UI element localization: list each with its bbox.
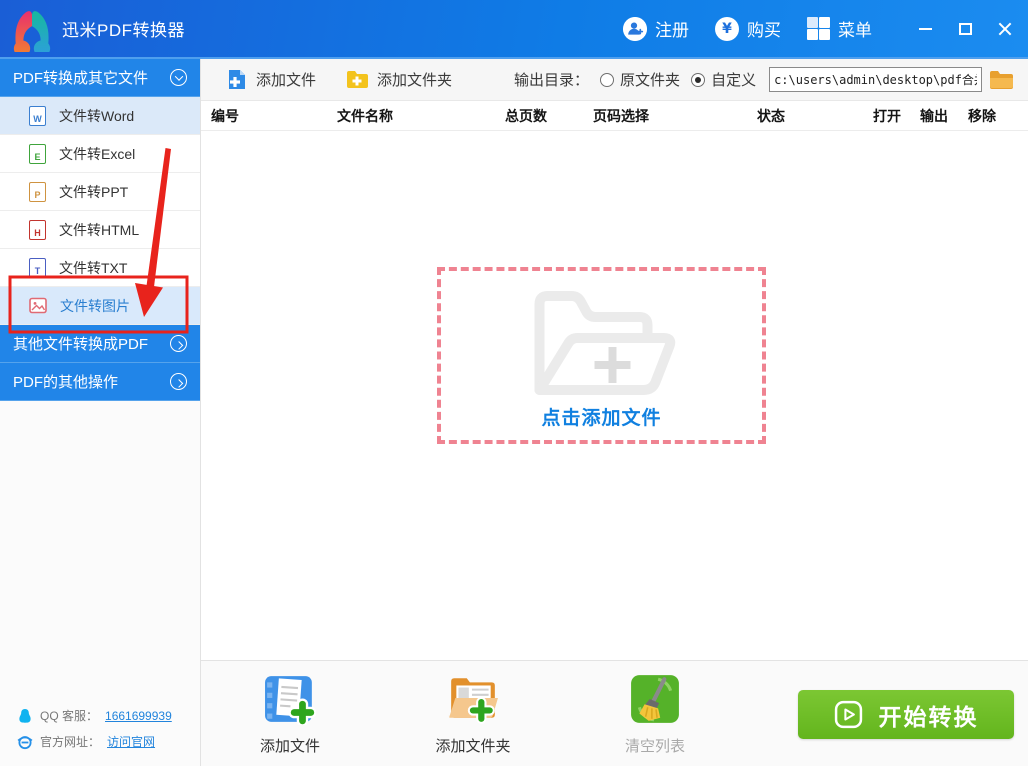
ppt-doc-icon: P [29, 181, 46, 202]
radio-custom-label: 自定义 [711, 72, 757, 89]
col-page-select: 页码选择 [593, 108, 649, 124]
footer-clear-list-button[interactable]: 清空列表 [595, 673, 715, 756]
start-convert-button[interactable]: 开始转换 [798, 690, 1014, 739]
sidebar-item-label: 文件转TXT [59, 259, 128, 276]
qq-number-link[interactable]: 1661699939 [105, 709, 172, 723]
html-doc-icon: H [29, 219, 46, 240]
open-folder-plus-icon [534, 291, 675, 396]
toolbar: 添加文件 添加文件夹 输出目录： 原文件夹 自定义 [201, 59, 1028, 101]
app-logo-icon [13, 10, 51, 52]
footer-add-file-button[interactable]: 添加文件 [230, 673, 350, 756]
sidebar-item-label: 文件转PPT [59, 183, 129, 200]
dropzone[interactable]: 点击添加文件 [437, 267, 766, 444]
sidebar-item-ppt[interactable]: P 文件转PPT [0, 173, 200, 211]
footer-add-file-label: 添加文件 [259, 738, 320, 755]
minimize-button[interactable] [912, 16, 938, 42]
register-button[interactable]: 注册 [623, 16, 689, 41]
output-path-input[interactable] [769, 67, 983, 92]
main-panel: 添加文件 添加文件夹 输出目录： 原文件夹 自定义 编号 文件名称 [201, 59, 1028, 766]
add-file-label: 添加文件 [256, 72, 317, 89]
col-output: 输出 [920, 108, 948, 124]
add-file-icon [229, 70, 245, 89]
sidebar: PDF转换成其它文件 W 文件转Word E 文件转Excel P 文件转PPT… [0, 59, 201, 766]
radio-selected-icon[interactable] [691, 72, 706, 87]
image-icon [29, 297, 47, 314]
minimize-icon [918, 27, 932, 30]
titlebar: 迅米PDF转换器 注册 ¥ 购买 菜单 [0, 0, 1028, 59]
buy-button[interactable]: ¥ 购买 [715, 16, 781, 41]
radio-unselected-icon[interactable] [600, 72, 615, 87]
add-folder-big-icon [448, 678, 498, 724]
col-open: 打开 [873, 108, 901, 124]
section-label: 其他文件转换成PDF [13, 336, 149, 353]
sidebar-item-word[interactable]: W 文件转Word [0, 97, 200, 135]
menu-label: 菜单 [838, 21, 872, 40]
add-file-button[interactable]: 添加文件 [227, 69, 316, 90]
yuan-icon: ¥ [715, 16, 739, 41]
add-folder-label: 添加文件夹 [377, 72, 453, 89]
sidebar-item-excel[interactable]: E 文件转Excel [0, 135, 200, 173]
qq-icon [19, 708, 31, 723]
dropzone-hint: 点击添加文件 [541, 408, 662, 429]
site-label: 官方网址： [40, 735, 101, 749]
official-site-link[interactable]: 访问官网 [107, 733, 155, 750]
play-icon [834, 700, 862, 729]
footer-clear-list-label: 清空列表 [624, 738, 685, 755]
col-remove: 移除 [968, 108, 996, 124]
menu-grid-icon [807, 17, 830, 40]
add-folder-icon [347, 71, 369, 88]
output-dir-label: 输出目录： [514, 72, 590, 89]
sidebar-item-txt[interactable]: T 文件转TXT [0, 249, 200, 287]
col-total-pages: 总页数 [505, 108, 547, 124]
radio-original-label: 原文件夹 [620, 72, 681, 89]
ie-icon [17, 735, 33, 749]
close-button[interactable] [992, 16, 1018, 42]
col-filename: 文件名称 [337, 108, 393, 124]
col-number: 编号 [211, 108, 239, 124]
chevron-right-icon [170, 335, 187, 352]
txt-doc-icon: T [29, 257, 46, 278]
start-convert-label: 开始转换 [878, 703, 979, 730]
sidebar-item-label: 文件转Word [59, 107, 135, 124]
col-status: 状态 [757, 108, 785, 124]
excel-doc-icon: E [29, 143, 46, 164]
chevron-right-icon [170, 373, 187, 390]
browse-folder-button[interactable] [989, 70, 1014, 90]
sidebar-item-label: 文件转Excel [59, 145, 136, 162]
qq-label: QQ 客服： [40, 709, 99, 723]
radio-custom[interactable]: 自定义 [691, 69, 756, 90]
add-file-big-icon [265, 676, 317, 727]
buy-label: 购买 [747, 21, 781, 40]
app-title: 迅米PDF转换器 [62, 21, 185, 40]
chevron-down-icon [170, 69, 187, 86]
maximize-icon [958, 22, 972, 35]
close-icon [998, 22, 1012, 36]
footer-add-folder-button[interactable]: 添加文件夹 [413, 673, 533, 756]
bottombar: 添加文件 添加文件夹 清空列表 开始转换 [201, 660, 1028, 766]
sidebar-section-pdf-ops[interactable]: PDF的其他操作 [0, 363, 200, 401]
register-label: 注册 [655, 21, 689, 40]
sidebar-section-pdf-to-other[interactable]: PDF转换成其它文件 [0, 59, 200, 97]
sidebar-item-image[interactable]: 文件转图片 [0, 287, 200, 325]
sidebar-item-html[interactable]: H 文件转HTML [0, 211, 200, 249]
file-table-header: 编号 文件名称 总页数 页码选择 状态 打开 输出 移除 [201, 101, 1028, 131]
sidebar-section-other-to-pdf[interactable]: 其他文件转换成PDF [0, 325, 200, 363]
footer-add-folder-label: 添加文件夹 [435, 738, 511, 755]
word-doc-icon: W [29, 105, 46, 126]
sidebar-item-label: 文件转HTML [59, 221, 140, 238]
radio-original-folder[interactable]: 原文件夹 [600, 69, 680, 90]
section-label: PDF的其他操作 [13, 374, 119, 391]
user-plus-icon [623, 16, 647, 41]
section-label: PDF转换成其它文件 [13, 70, 149, 87]
browse-folder-icon [990, 70, 1014, 89]
sidebar-item-label: 文件转图片 [60, 297, 130, 314]
menu-button[interactable]: 菜单 [807, 16, 872, 41]
maximize-button[interactable] [952, 16, 978, 42]
add-folder-button[interactable]: 添加文件夹 [346, 69, 452, 90]
clear-list-icon [631, 675, 679, 723]
support-info: QQ 客服： 1661699939 官方网址： 访问官网 [17, 698, 172, 750]
